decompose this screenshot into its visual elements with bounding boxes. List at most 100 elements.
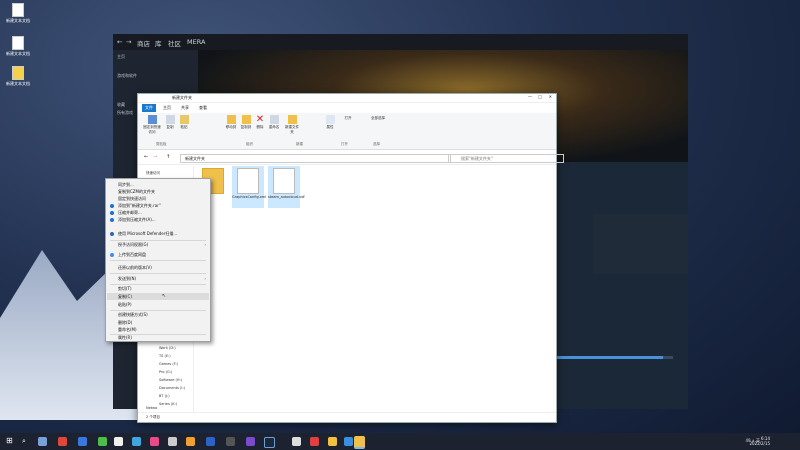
baidu-netdisk-icon [110,253,114,257]
menu-separator [110,240,206,241]
tab-file[interactable]: 文件 [142,104,156,112]
close-icon[interactable]: ✕ [549,94,552,99]
desktop-file-icon[interactable]: 新建文本文档 [3,36,33,57]
app-icon[interactable] [78,437,87,446]
file-explorer-icon[interactable] [354,436,365,449]
minimize-icon[interactable]: — [528,94,532,99]
group-label-clipboard: 剪贴板 [156,142,167,146]
app-icon[interactable] [344,437,353,446]
app-icon[interactable] [132,437,141,446]
nav-community[interactable]: 社区 [168,38,181,48]
app-icon[interactable] [292,437,301,446]
sidebar-item-collections[interactable]: 收藏 [117,102,125,108]
rename-button[interactable]: 重命名 [267,115,281,130]
address-input[interactable]: 新建文件夹 [180,154,451,163]
app-icon[interactable] [186,437,195,446]
app-icon[interactable] [168,437,177,446]
menu-item[interactable]: 复制(C) [118,294,132,300]
app-icon[interactable] [206,437,215,446]
menu-item[interactable]: 还原以前的版本(V) [118,265,152,271]
menu-item[interactable]: 上传到百度网盘 [118,252,146,258]
app-icon[interactable] [226,437,235,446]
menu-item[interactable]: 删除(D) [118,320,132,326]
desktop-file-icon[interactable]: 新建文本文档 [3,66,33,87]
button-label: 全部选择 [371,116,385,120]
file-name: GraphicsConfig.xml [232,195,267,199]
menu-item[interactable]: 同步到... [118,182,134,188]
group-label-open: 打开 [341,142,348,146]
app-icon[interactable] [150,437,159,446]
drive-item[interactable]: Games (F:) [159,362,178,366]
menu-item[interactable]: 授予访问权限(G) [118,242,148,248]
app-icon[interactable] [246,437,255,446]
menu-item[interactable]: 添加到压缩文件(A)... [118,217,156,223]
drive-item[interactable]: Series (K:) [159,402,177,406]
app-icon[interactable] [98,437,107,446]
drive-item[interactable]: Work (D:) [159,346,176,350]
back-icon[interactable]: ← [117,38,122,46]
file-item[interactable]: steam_autocloud.vdf [268,166,305,208]
tab-view[interactable]: 查看 [196,104,210,112]
button-label: 复制 [166,125,174,129]
sidebar-item-home[interactable]: 主页 [117,54,125,60]
drive-item[interactable]: Pro (G:) [159,370,172,374]
drive-item[interactable]: TS (E:) [159,354,171,358]
maximize-icon[interactable]: □ [538,94,542,99]
app-icon[interactable] [58,437,67,446]
menu-item[interactable]: 属性(R) [118,335,132,341]
nav-store[interactable]: 商店 [137,38,150,48]
drive-item[interactable]: Software (H:) [159,378,182,382]
copy-button[interactable]: 复制 [164,115,176,130]
new-folder-button[interactable]: 新建文件夹 [284,115,300,135]
menu-item[interactable]: 剪切(T) [118,286,132,292]
nav-quick-access[interactable]: 快速访问 [146,171,160,176]
paste-button[interactable]: 粘贴 [178,115,190,130]
search-input[interactable]: 搜索"新建文件夹" [448,154,564,163]
clock[interactable]: 6:14 2022/2/15 [749,436,770,446]
copy-to-button[interactable]: 复制到 [239,115,253,130]
forward-icon[interactable]: → [153,154,157,160]
tab-home[interactable]: 主页 [160,104,174,112]
back-icon[interactable]: ← [144,154,148,160]
task-view-icon[interactable] [38,437,47,446]
tab-share[interactable]: 共享 [178,104,192,112]
menu-item[interactable]: 创建快捷方式(S) [118,312,148,318]
menu-item[interactable]: 粘贴(P) [118,302,132,308]
sidebar-item-all-games[interactable]: 所有游戏 [117,110,133,116]
menu-item[interactable]: 固定到快速访问 [118,196,146,202]
item-count: 2 个项目 [146,415,160,419]
file-item[interactable]: GraphicsConfig.xml [232,166,267,208]
move-to-button[interactable]: 移动到 [224,115,238,130]
app-icon[interactable] [328,437,337,446]
menu-item[interactable]: 复制到CZM的文件夹 [118,189,155,195]
windows-start-icon[interactable]: ⊞ [6,436,13,445]
sidebar-item-games[interactable]: 游戏和软件 [117,73,137,79]
steam-icon[interactable] [264,437,275,448]
nav-library[interactable]: 库 [155,38,162,48]
menu-item[interactable]: 压缩并邮寄... [118,210,142,216]
select-all-button[interactable]: 全部选择 [370,116,386,121]
menu-item[interactable]: 添加到"新建文件夹.rar" [118,203,161,209]
app-icon[interactable] [310,437,319,446]
menu-item[interactable]: 重命名(M) [118,327,137,333]
taskbar: ⊞ ⌕ 49 ∧ 英 6:14 2022/2/15 [0,433,800,450]
button-label: 移动到 [225,125,237,129]
up-icon[interactable]: ↑ [166,154,170,160]
menu-item[interactable]: 发送到(N) [118,276,136,282]
forward-icon[interactable]: → [126,38,131,46]
button-label: 粘贴 [180,125,188,129]
ribbon-tabs: 文件 主页 共享 查看 [138,103,556,112]
properties-button[interactable]: 属性 [324,115,336,130]
search-icon[interactable]: ⌕ [22,437,26,446]
drive-item[interactable]: BT (J:) [159,394,170,398]
chrome-icon[interactable] [114,437,123,446]
delete-button[interactable]: ✕ 删除 [254,115,266,130]
desktop-file-icon[interactable]: 新建文本文档 [3,3,33,24]
menu-item[interactable]: 使用 Microsoft Defender扫描... [118,231,177,237]
drive-list: System (C:) Work (D:) TS (E:) Games (F:)… [157,337,191,409]
drive-item[interactable]: Documents (I:) [159,386,185,390]
pin-quick-access-button[interactable]: 固定到快速访问 [142,115,162,135]
open-button[interactable]: 打开 [342,116,354,121]
status-bar: 2 个项目 [138,412,556,422]
nav-username[interactable]: MERA [187,38,205,46]
